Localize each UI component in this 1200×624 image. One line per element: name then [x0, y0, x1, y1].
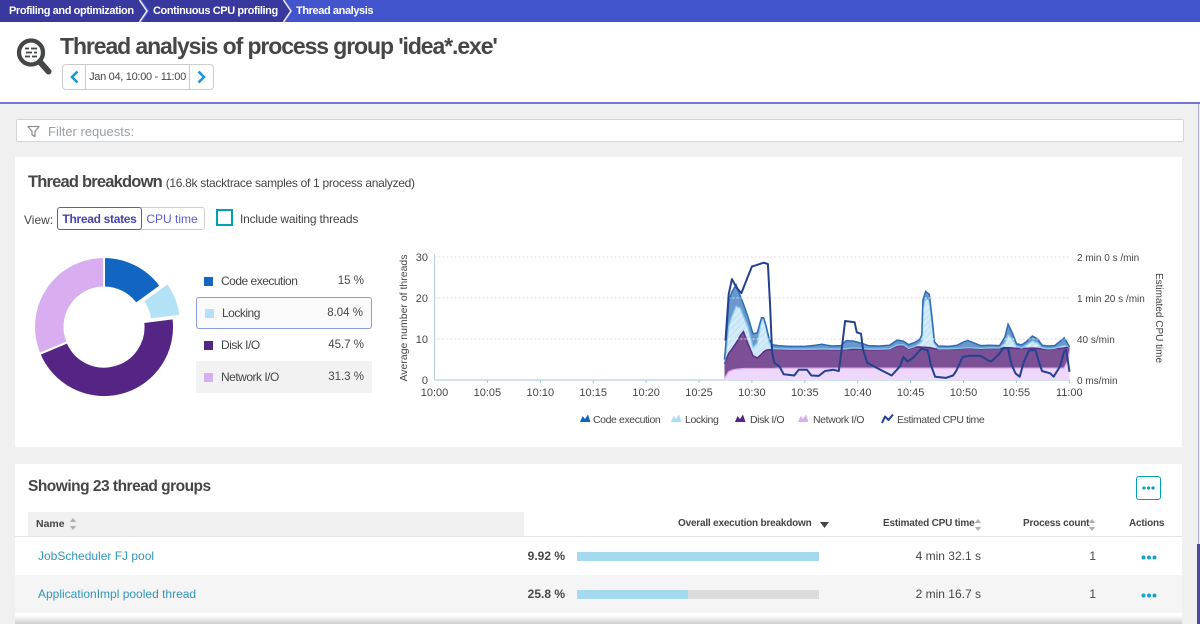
svg-text:10:35: 10:35	[791, 387, 819, 399]
svg-text:Average number of threads: Average number of threads	[398, 254, 410, 381]
svg-text:10:50: 10:50	[950, 387, 978, 399]
svg-text:40 s/min: 40 s/min	[1077, 335, 1115, 346]
svg-text:10:15: 10:15	[579, 387, 607, 399]
svg-text:10:30: 10:30	[738, 387, 766, 399]
svg-text:10: 10	[416, 334, 428, 346]
svg-text:10:40: 10:40	[844, 387, 872, 399]
svg-text:Network I/O: Network I/O	[813, 414, 864, 426]
svg-text:2 min 0 s /min: 2 min 0 s /min	[1077, 253, 1139, 264]
svg-text:10:20: 10:20	[632, 387, 660, 399]
svg-text:0: 0	[422, 375, 428, 387]
svg-text:10:45: 10:45	[897, 387, 925, 399]
svg-text:0 ms/min: 0 ms/min	[1077, 376, 1118, 387]
svg-text:30: 30	[416, 252, 428, 264]
svg-text:Estimated CPU time: Estimated CPU time	[1153, 273, 1164, 363]
svg-text:Disk I/O: Disk I/O	[750, 414, 784, 426]
svg-text:Locking: Locking	[685, 414, 719, 426]
svg-text:10:10: 10:10	[527, 387, 555, 399]
svg-text:10:00: 10:00	[421, 387, 449, 399]
svg-text:Code execution: Code execution	[593, 414, 661, 426]
svg-text:1 min 20 s /min: 1 min 20 s /min	[1077, 294, 1145, 305]
svg-text:10:05: 10:05	[474, 387, 502, 399]
svg-text:11:00: 11:00	[1056, 387, 1083, 399]
svg-text:10:55: 10:55	[1003, 387, 1031, 399]
svg-text:Estimated CPU time: Estimated CPU time	[897, 414, 985, 426]
svg-text:20: 20	[416, 293, 428, 305]
svg-text:10:25: 10:25	[685, 387, 713, 399]
